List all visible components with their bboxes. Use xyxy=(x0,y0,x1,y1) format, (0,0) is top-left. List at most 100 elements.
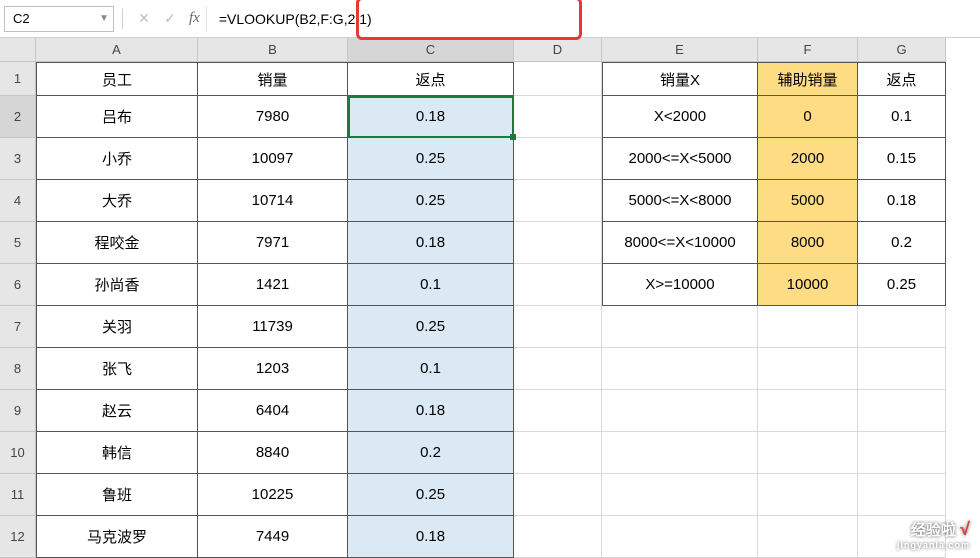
name-box[interactable]: C2 ▼ xyxy=(4,6,114,32)
cell-D9[interactable] xyxy=(514,390,602,432)
cell-C4[interactable]: 0.25 xyxy=(348,180,514,222)
cell-E7[interactable] xyxy=(602,306,758,348)
row-header-7[interactable]: 7 xyxy=(0,306,36,348)
cell-D4[interactable] xyxy=(514,180,602,222)
cell-G8[interactable] xyxy=(858,348,946,390)
cell-D5[interactable] xyxy=(514,222,602,264)
cell-A11[interactable]: 鲁班 xyxy=(36,474,198,516)
cell-E12[interactable] xyxy=(602,516,758,558)
row-header-1[interactable]: 1 xyxy=(0,62,36,96)
cell-C3[interactable]: 0.25 xyxy=(348,138,514,180)
cell-C2[interactable]: 0.18 xyxy=(348,96,514,138)
cell-E11[interactable] xyxy=(602,474,758,516)
cell-A12[interactable]: 马克波罗 xyxy=(36,516,198,558)
row-header-12[interactable]: 12 xyxy=(0,516,36,558)
cell-C5[interactable]: 0.18 xyxy=(348,222,514,264)
cell-G9[interactable] xyxy=(858,390,946,432)
cell-B4[interactable]: 10714 xyxy=(198,180,348,222)
col-header-D[interactable]: D xyxy=(514,38,602,62)
cell-G6[interactable]: 0.25 xyxy=(858,264,946,306)
col-header-B[interactable]: B xyxy=(198,38,348,62)
cell-D6[interactable] xyxy=(514,264,602,306)
cell-A3[interactable]: 小乔 xyxy=(36,138,198,180)
cell-D2[interactable] xyxy=(514,96,602,138)
cell-F1[interactable]: 辅助销量 xyxy=(758,62,858,96)
cell-B1[interactable]: 销量 xyxy=(198,62,348,96)
cell-B8[interactable]: 1203 xyxy=(198,348,348,390)
col-header-G[interactable]: G xyxy=(858,38,946,62)
cell-F11[interactable] xyxy=(758,474,858,516)
cell-G4[interactable]: 0.18 xyxy=(858,180,946,222)
cell-A6[interactable]: 孙尚香 xyxy=(36,264,198,306)
cell-B7[interactable]: 11739 xyxy=(198,306,348,348)
cell-E5[interactable]: 8000<=X<10000 xyxy=(602,222,758,264)
cell-E8[interactable] xyxy=(602,348,758,390)
col-header-C[interactable]: C xyxy=(348,38,514,62)
cell-C6[interactable]: 0.1 xyxy=(348,264,514,306)
cell-F5[interactable]: 8000 xyxy=(758,222,858,264)
cell-A9[interactable]: 赵云 xyxy=(36,390,198,432)
cell-C1[interactable]: 返点 xyxy=(348,62,514,96)
cell-B6[interactable]: 1421 xyxy=(198,264,348,306)
cancel-icon[interactable]: ✕ xyxy=(131,10,157,27)
cell-C12[interactable]: 0.18 xyxy=(348,516,514,558)
cell-G10[interactable] xyxy=(858,432,946,474)
cell-F2[interactable]: 0 xyxy=(758,96,858,138)
fx-icon[interactable]: fx xyxy=(189,10,200,27)
cell-G1[interactable]: 返点 xyxy=(858,62,946,96)
cell-C7[interactable]: 0.25 xyxy=(348,306,514,348)
cell-A1[interactable]: 员工 xyxy=(36,62,198,96)
row-header-11[interactable]: 11 xyxy=(0,474,36,516)
cell-E9[interactable] xyxy=(602,390,758,432)
cell-E3[interactable]: 2000<=X<5000 xyxy=(602,138,758,180)
col-header-F[interactable]: F xyxy=(758,38,858,62)
cell-B11[interactable]: 10225 xyxy=(198,474,348,516)
cell-F8[interactable] xyxy=(758,348,858,390)
cell-F9[interactable] xyxy=(758,390,858,432)
cell-A7[interactable]: 关羽 xyxy=(36,306,198,348)
cell-B5[interactable]: 7971 xyxy=(198,222,348,264)
cell-G2[interactable]: 0.1 xyxy=(858,96,946,138)
cell-D8[interactable] xyxy=(514,348,602,390)
row-header-3[interactable]: 3 xyxy=(0,138,36,180)
cell-D1[interactable] xyxy=(514,62,602,96)
dropdown-icon[interactable]: ▼ xyxy=(99,13,109,24)
cell-E4[interactable]: 5000<=X<8000 xyxy=(602,180,758,222)
cell-F3[interactable]: 2000 xyxy=(758,138,858,180)
cell-A5[interactable]: 程咬金 xyxy=(36,222,198,264)
cell-F6[interactable]: 10000 xyxy=(758,264,858,306)
row-header-2[interactable]: 2 xyxy=(0,96,36,138)
cell-D12[interactable] xyxy=(514,516,602,558)
cell-E2[interactable]: X<2000 xyxy=(602,96,758,138)
row-header-9[interactable]: 9 xyxy=(0,390,36,432)
confirm-icon[interactable]: ✓ xyxy=(157,10,183,27)
cell-C11[interactable]: 0.25 xyxy=(348,474,514,516)
col-header-A[interactable]: A xyxy=(36,38,198,62)
cell-E6[interactable]: X>=10000 xyxy=(602,264,758,306)
cell-E1[interactable]: 销量X xyxy=(602,62,758,96)
cell-F7[interactable] xyxy=(758,306,858,348)
row-header-10[interactable]: 10 xyxy=(0,432,36,474)
cell-G11[interactable] xyxy=(858,474,946,516)
cell-G3[interactable]: 0.15 xyxy=(858,138,946,180)
cell-D10[interactable] xyxy=(514,432,602,474)
cell-A8[interactable]: 张飞 xyxy=(36,348,198,390)
cell-B2[interactable]: 7980 xyxy=(198,96,348,138)
cell-D7[interactable] xyxy=(514,306,602,348)
cell-F12[interactable] xyxy=(758,516,858,558)
row-header-6[interactable]: 6 xyxy=(0,264,36,306)
cell-A2[interactable]: 吕布 xyxy=(36,96,198,138)
row-header-5[interactable]: 5 xyxy=(0,222,36,264)
cell-D3[interactable] xyxy=(514,138,602,180)
fill-handle[interactable] xyxy=(510,134,516,140)
spreadsheet-grid[interactable]: ABCDEFG1员工销量返点销量X辅助销量返点2吕布79800.18X<2000… xyxy=(0,38,980,558)
cell-C8[interactable]: 0.1 xyxy=(348,348,514,390)
cell-G5[interactable]: 0.2 xyxy=(858,222,946,264)
cell-B9[interactable]: 6404 xyxy=(198,390,348,432)
cell-C9[interactable]: 0.18 xyxy=(348,390,514,432)
formula-input[interactable]: =VLOOKUP(B2,F:G,2,1) xyxy=(206,6,976,32)
cell-G7[interactable] xyxy=(858,306,946,348)
cell-A4[interactable]: 大乔 xyxy=(36,180,198,222)
cell-B3[interactable]: 10097 xyxy=(198,138,348,180)
select-all-corner[interactable] xyxy=(0,38,36,62)
